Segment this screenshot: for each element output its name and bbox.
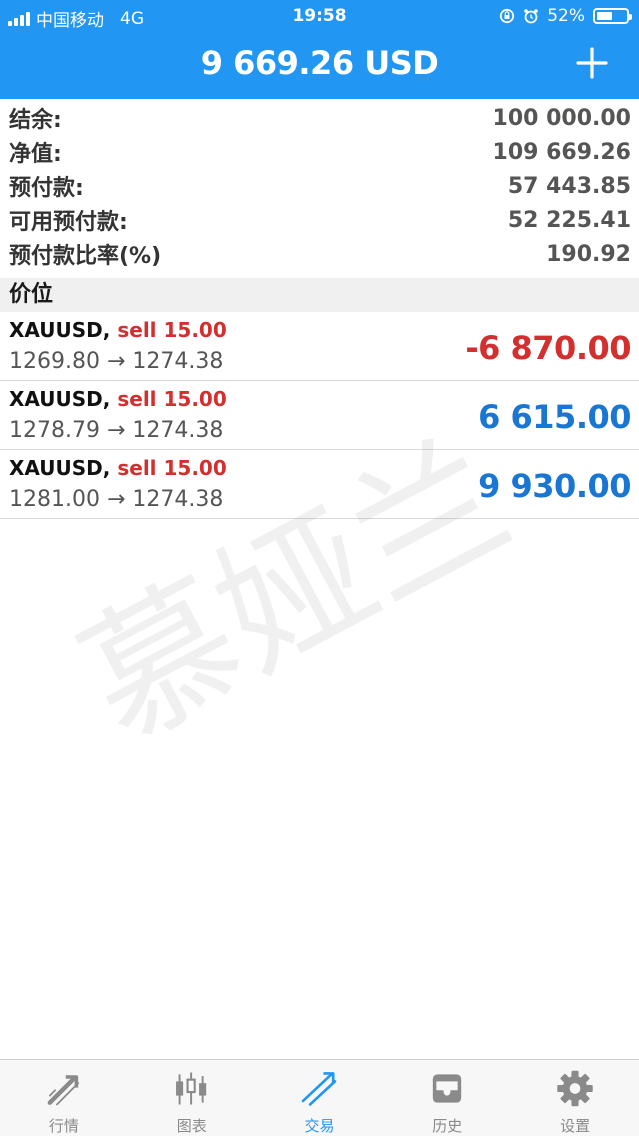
position-profit: 9 930.00 (478, 467, 631, 505)
position-title: XAUUSD, sell 15.00 (9, 318, 227, 342)
status-right: 52% (499, 6, 632, 26)
position-side: sell 15.00 (117, 318, 227, 342)
position-symbol: XAUUSD, (9, 387, 111, 411)
tab-settings[interactable]: 设置 (511, 1060, 639, 1136)
position-row[interactable]: XAUUSD, sell 15.00 1278.79 → 1274.38 6 6… (0, 381, 639, 450)
tab-label: 设置 (560, 1117, 591, 1135)
position-side: sell 15.00 (117, 456, 227, 480)
summary-row-balance: 结余: 100 000.00 (0, 101, 639, 135)
summary-row-margin-level: 预付款比率(%) 190.92 (0, 237, 639, 271)
summary-label: 预付款: (9, 176, 84, 201)
status-bar: 中国移动 4G 19:58 52% (0, 0, 639, 34)
tab-label: 历史 (432, 1117, 463, 1135)
tab-label: 图表 (176, 1117, 207, 1135)
bottom-tab-bar: 行情 图表 交易 历史 设置 (0, 1059, 639, 1136)
summary-value: 190.92 (546, 241, 631, 267)
summary-value: 52 225.41 (507, 207, 631, 233)
top-header: 中国移动 4G 19:58 52% 9 669.26 USD (0, 0, 639, 99)
position-side: sell 15.00 (117, 387, 227, 411)
battery-level-fill (597, 12, 612, 20)
position-symbol: XAUUSD, (9, 456, 111, 480)
alarm-icon (524, 9, 539, 24)
position-title: XAUUSD, sell 15.00 (9, 387, 227, 411)
position-row[interactable]: XAUUSD, sell 15.00 1281.00 → 1274.38 9 9… (0, 450, 639, 519)
position-symbol: XAUUSD, (9, 318, 111, 342)
summary-value: 100 000.00 (492, 105, 631, 131)
tab-quotes[interactable]: 行情 (0, 1060, 128, 1136)
summary-label: 预付款比率(%) (9, 244, 162, 269)
position-profit: 6 615.00 (478, 398, 631, 436)
summary-row-margin: 预付款: 57 443.85 (0, 169, 639, 203)
tab-label: 交易 (304, 1117, 335, 1135)
position-row[interactable]: XAUUSD, sell 15.00 1269.80 → 1274.38 -6 … (0, 312, 639, 381)
summary-row-equity: 净值: 109 669.26 (0, 135, 639, 169)
summary-value: 57 443.85 (507, 173, 631, 199)
position-title: XAUUSD, sell 15.00 (9, 456, 227, 480)
position-profit: -6 870.00 (465, 329, 631, 367)
settings-icon (557, 1070, 593, 1107)
tab-trade[interactable]: 交易 (256, 1060, 384, 1136)
trade-icon (302, 1072, 337, 1106)
account-summary: 结余: 100 000.00 净值: 109 669.26 预付款: 57 44… (0, 101, 639, 271)
page-title: 9 669.26 USD (200, 44, 439, 82)
tab-history[interactable]: 历史 (383, 1060, 511, 1136)
add-button[interactable] (575, 46, 609, 80)
summary-value: 109 669.26 (492, 139, 631, 165)
summary-label: 可用预付款: (9, 210, 128, 235)
rotation-lock-icon (500, 8, 515, 24)
summary-label: 结余: (9, 108, 62, 133)
position-prices: 1269.80 → 1274.38 (9, 349, 224, 374)
summary-label: 净值: (9, 142, 62, 167)
positions-section-header: 价位 (0, 278, 639, 312)
position-prices: 1281.00 → 1274.38 (9, 487, 224, 512)
tab-chart[interactable]: 图表 (128, 1060, 256, 1136)
battery-percent: 52% (547, 6, 585, 26)
positions-list: XAUUSD, sell 15.00 1269.80 → 1274.38 -6 … (0, 312, 639, 519)
summary-row-free-margin: 可用预付款: 52 225.41 (0, 203, 639, 237)
chart-icon (175, 1072, 206, 1105)
battery-icon (593, 8, 632, 24)
tab-label: 行情 (48, 1117, 79, 1135)
history-icon (433, 1074, 462, 1103)
quotes-icon (47, 1075, 79, 1106)
position-prices: 1278.79 → 1274.38 (9, 418, 224, 443)
